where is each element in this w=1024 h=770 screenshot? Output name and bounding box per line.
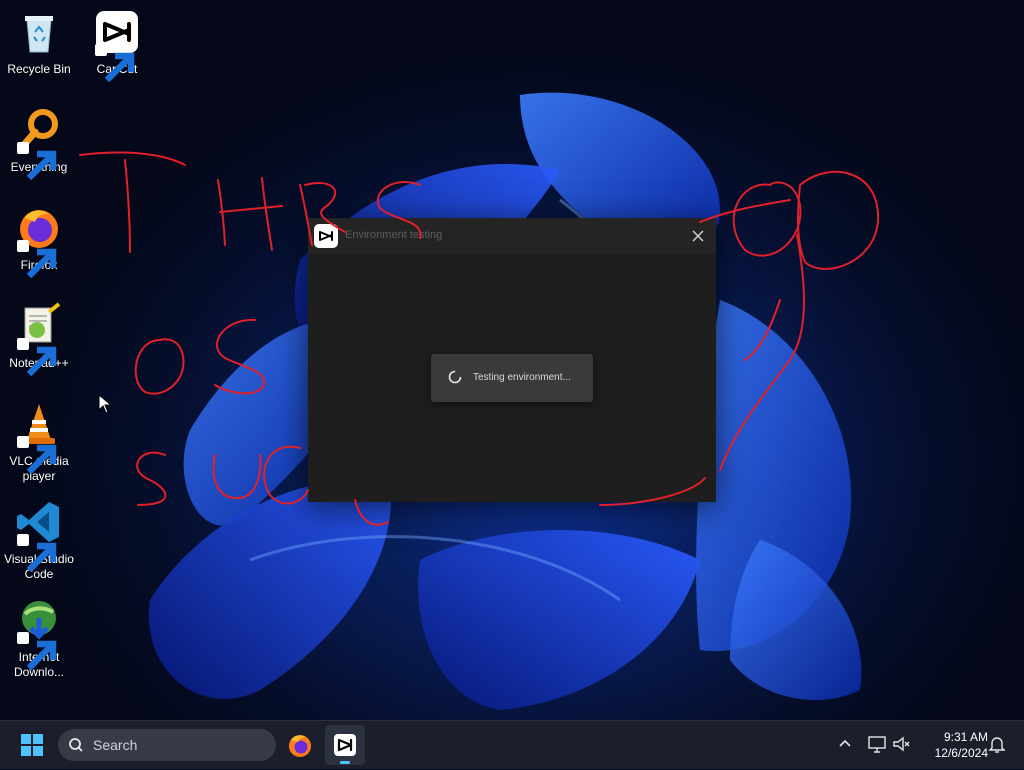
- desktop-icon-recycle-bin[interactable]: Recycle Bin: [0, 8, 78, 77]
- everything-search-icon: [15, 106, 63, 181]
- search-label: Search: [93, 737, 138, 753]
- notepadpp-icon: [15, 302, 63, 377]
- desktop[interactable]: Recycle Bin CapCut Everything Firefox No…: [0, 0, 1024, 720]
- shortcut-arrow-icon: [17, 142, 57, 181]
- shortcut-arrow-icon: [17, 534, 57, 573]
- internet-download-manager-icon: [15, 596, 63, 671]
- desktop-icon-capcut[interactable]: CapCut: [78, 8, 156, 83]
- recycle-bin-icon: [15, 8, 63, 56]
- close-button[interactable]: [688, 226, 708, 246]
- windows-logo-icon: [21, 734, 43, 756]
- dialog-titlebar[interactable]: Environment testing: [308, 218, 716, 254]
- environment-testing-dialog[interactable]: Environment testing Testing environment.…: [308, 218, 716, 502]
- loading-spinner-icon: [448, 370, 462, 384]
- capcut-icon: [93, 8, 141, 83]
- testing-status-toast: Testing environment...: [431, 354, 593, 402]
- taskbar-clock[interactable]: 9:31 AM 12/6/2024: [918, 729, 988, 761]
- taskbar-search-box[interactable]: Search: [58, 729, 276, 761]
- taskbar-capcut-button[interactable]: [325, 725, 365, 765]
- taskbar: Search 9:31 AM 12/6/2024: [0, 720, 1024, 769]
- dialog-title: Environment testing: [345, 229, 443, 241]
- taskbar-firefox-button[interactable]: [280, 725, 320, 765]
- capcut-logo-icon: [314, 224, 338, 248]
- clock-date: 12/6/2024: [934, 746, 988, 760]
- status-text: Testing environment...: [473, 372, 571, 383]
- start-button[interactable]: [12, 725, 52, 765]
- chevron-up-icon[interactable]: [834, 733, 856, 755]
- mouse-cursor-icon: [98, 394, 112, 414]
- shortcut-arrow-icon: [17, 632, 57, 671]
- desktop-icon-vlc[interactable]: VLC media player: [0, 400, 78, 484]
- notification-bell-icon[interactable]: [986, 733, 1008, 755]
- shortcut-arrow-icon: [17, 436, 57, 475]
- close-icon: [692, 230, 704, 242]
- shortcut-arrow-icon: [17, 240, 57, 279]
- shortcut-arrow-icon: [17, 338, 57, 377]
- vlc-cone-icon: [15, 400, 63, 475]
- desktop-icon-label: Recycle Bin: [7, 62, 71, 76]
- shortcut-arrow-icon: [95, 44, 135, 83]
- firefox-icon: [289, 735, 311, 757]
- search-icon: [69, 738, 83, 752]
- firefox-icon: [15, 204, 63, 279]
- vscode-icon: [15, 498, 63, 573]
- volume-muted-icon[interactable]: [891, 733, 913, 755]
- desktop-icon-everything[interactable]: Everything: [0, 106, 78, 181]
- capcut-icon: [334, 734, 356, 764]
- desktop-icon-vscode[interactable]: Visual Studio Code: [0, 498, 78, 582]
- desktop-icon-notepadpp[interactable]: Notepad++: [0, 302, 78, 377]
- desktop-icon-firefox[interactable]: Firefox: [0, 204, 78, 279]
- desktop-icon-idm[interactable]: Internet Downlo...: [0, 596, 78, 680]
- network-icon[interactable]: [866, 733, 888, 755]
- clock-time: 9:31 AM: [943, 730, 988, 744]
